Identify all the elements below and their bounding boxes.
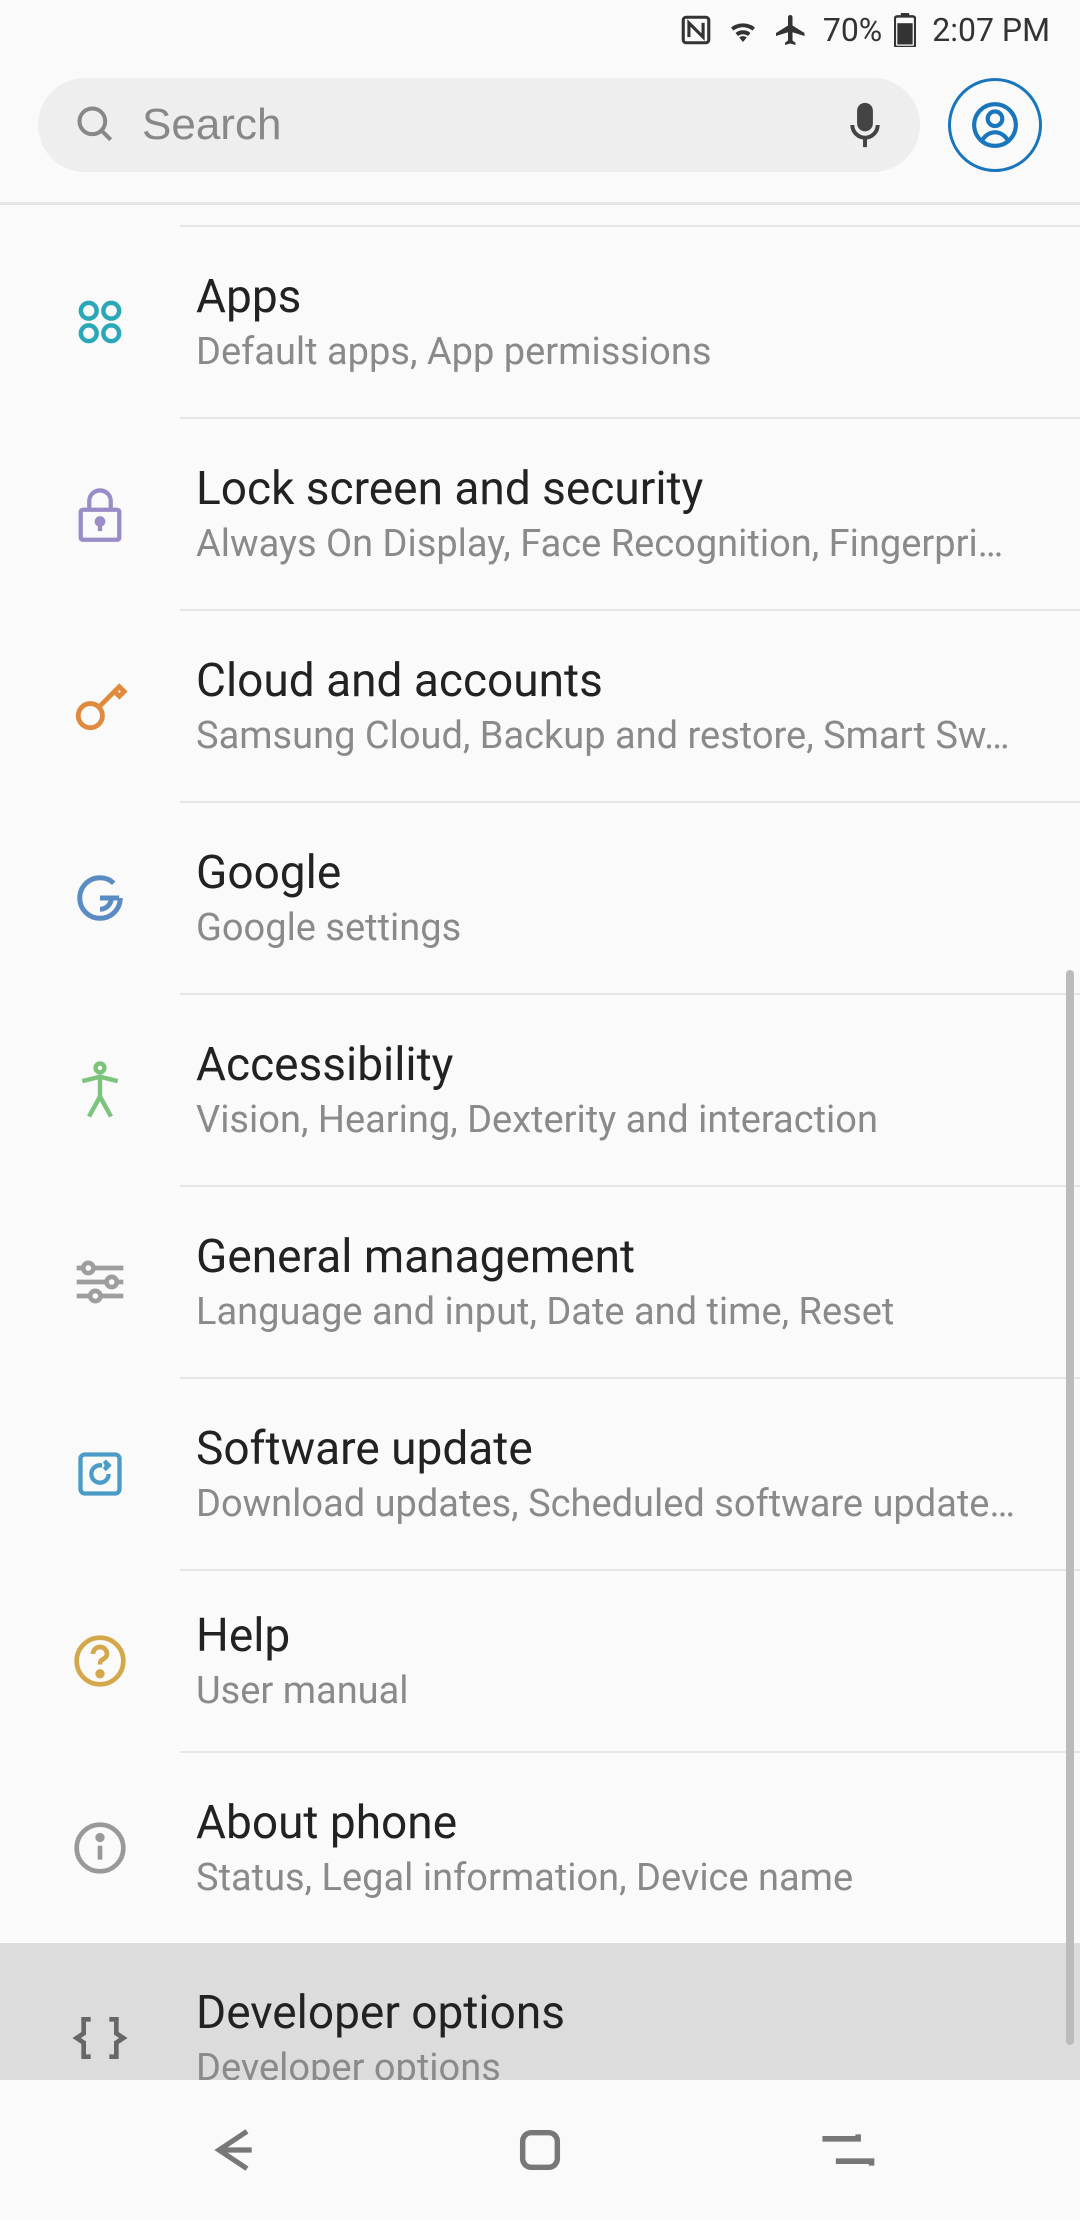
apps-icon	[60, 295, 140, 349]
item-subtitle: Language and input, Date and time, Reset	[196, 1290, 1040, 1334]
item-title: Cloud and accounts	[196, 654, 1040, 708]
settings-item-cloud-accounts[interactable]: Cloud and accounts Samsung Cloud, Backup…	[0, 611, 1080, 801]
profile-button[interactable]	[948, 78, 1042, 172]
settings-item-google[interactable]: Google Google settings	[0, 803, 1080, 993]
search-header	[0, 60, 1080, 202]
settings-item-apps[interactable]: Apps Default apps, App permissions	[0, 227, 1080, 417]
settings-item-accessibility[interactable]: Accessibility Vision, Hearing, Dexterity…	[0, 995, 1080, 1185]
item-subtitle: Samsung Cloud, Backup and restore, Smart…	[196, 714, 1040, 758]
battery-percent: 70%	[823, 11, 882, 49]
item-subtitle: Download updates, Scheduled software upd…	[196, 1482, 1040, 1526]
help-icon	[60, 1633, 140, 1689]
back-button[interactable]	[193, 2110, 273, 2190]
settings-item-help[interactable]: Help User manual	[0, 1571, 1080, 1751]
search-field[interactable]	[38, 78, 920, 172]
item-title: General management	[196, 1230, 1040, 1284]
key-icon	[60, 677, 140, 735]
item-subtitle: Google settings	[196, 906, 1040, 950]
status-bar: 70% 2:07 PM	[0, 0, 1080, 60]
item-title: Software update	[196, 1422, 1040, 1476]
item-subtitle: Vision, Hearing, Dexterity and interacti…	[196, 1098, 1040, 1142]
item-title: Google	[196, 846, 1040, 900]
item-subtitle: Status, Legal information, Device name	[196, 1856, 1040, 1900]
mic-icon[interactable]	[846, 99, 884, 151]
google-icon	[60, 871, 140, 925]
nfc-icon	[679, 13, 713, 47]
header-divider	[0, 202, 1080, 205]
item-title: Apps	[196, 270, 1040, 324]
settings-item-lock-screen[interactable]: Lock screen and security Always On Displ…	[0, 419, 1080, 609]
navigation-bar	[0, 2080, 1080, 2220]
sliders-icon	[60, 1257, 140, 1307]
search-icon	[74, 103, 118, 147]
recents-button[interactable]	[807, 2110, 887, 2190]
item-title: About phone	[196, 1796, 1040, 1850]
item-subtitle: Always On Display, Face Recognition, Fin…	[196, 522, 1040, 566]
search-input[interactable]	[142, 100, 822, 150]
airplane-icon	[773, 12, 809, 48]
accessibility-icon	[60, 1059, 140, 1121]
item-title: Accessibility	[196, 1038, 1040, 1092]
home-button[interactable]	[500, 2110, 580, 2190]
developer-icon	[60, 2013, 140, 2063]
battery-icon	[894, 13, 916, 47]
settings-item-about-phone[interactable]: About phone Status, Legal information, D…	[0, 1753, 1080, 1943]
item-subtitle: User manual	[196, 1669, 1040, 1713]
info-icon	[60, 1820, 140, 1876]
scroll-indicator[interactable]	[1066, 970, 1074, 2045]
settings-list[interactable]: Apps Default apps, App permissions Lock …	[0, 225, 1080, 2133]
item-title: Developer options	[196, 1986, 1040, 2040]
wifi-icon	[725, 12, 761, 48]
update-icon	[60, 1448, 140, 1500]
item-subtitle: Default apps, App permissions	[196, 330, 1040, 374]
settings-item-software-update[interactable]: Software update Download updates, Schedu…	[0, 1379, 1080, 1569]
item-title: Help	[196, 1609, 1040, 1663]
settings-item-general-management[interactable]: General management Language and input, D…	[0, 1187, 1080, 1377]
lock-icon	[60, 484, 140, 544]
item-title: Lock screen and security	[196, 462, 1040, 516]
status-time: 2:07 PM	[932, 11, 1050, 49]
